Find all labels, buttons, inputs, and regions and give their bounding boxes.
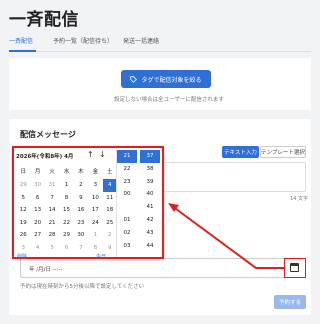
annotation-arrow: [168, 203, 284, 269]
